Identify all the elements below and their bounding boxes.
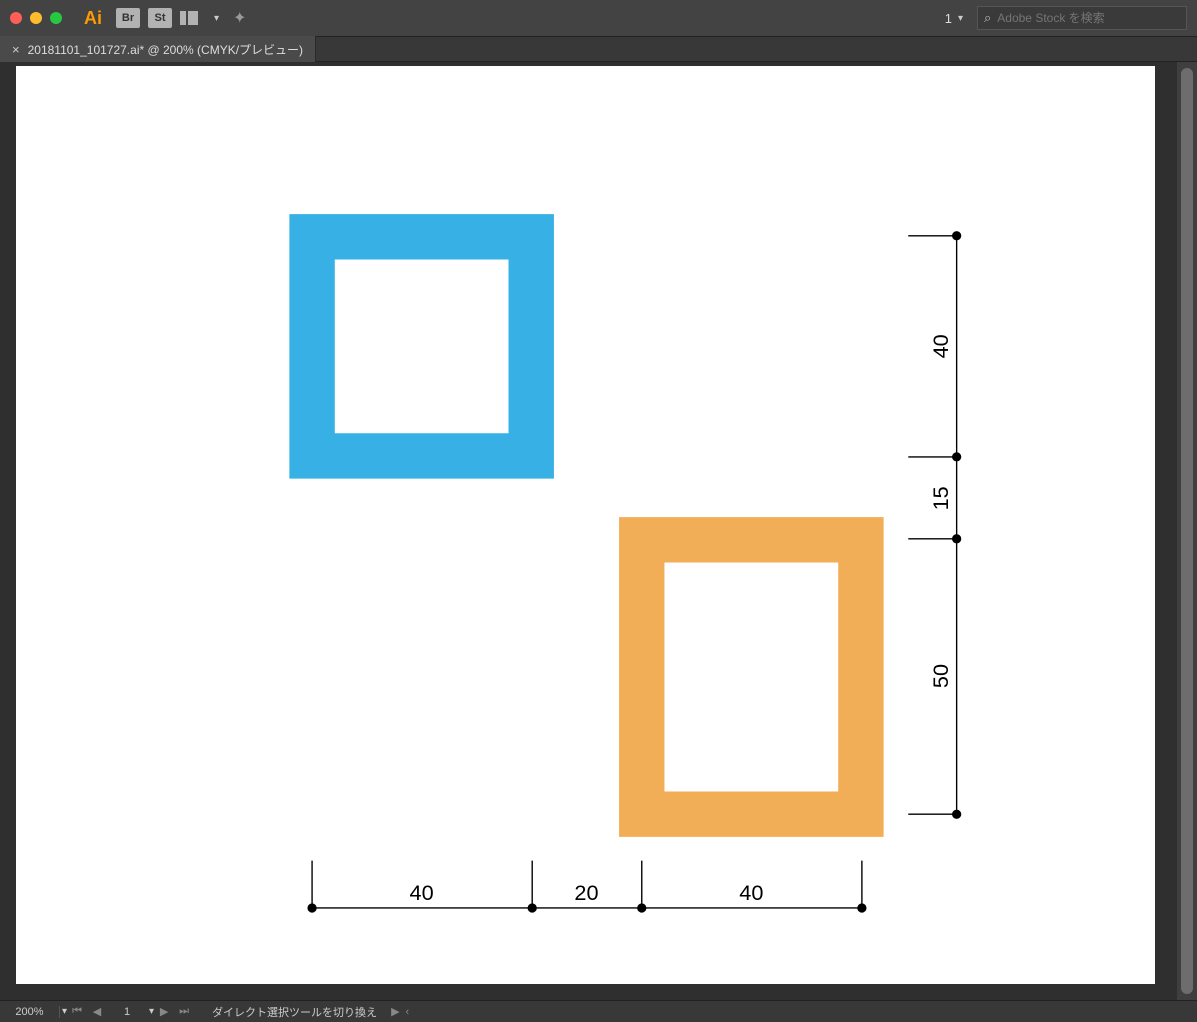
arrange-documents-button[interactable] [180,10,204,26]
titlebar: Ai Br St ▾ ✦ 1 ▾ ⌕ [0,0,1197,36]
stock-button[interactable]: St [148,8,172,28]
workspace-switcher[interactable]: 1 ▾ [939,11,969,26]
work-area: 40 20 40 40 [0,62,1197,1000]
artwork-svg: 40 20 40 40 [16,66,1155,984]
first-artboard-button[interactable]: ⏮ [67,1005,87,1018]
play-icon[interactable]: ▶ [391,1005,399,1018]
dimension-h2-label: 20 [574,880,598,905]
dimension-v1-label: 40 [928,334,953,358]
chevron-down-icon: ▾ [214,13,219,24]
artboard[interactable]: 40 20 40 40 [16,66,1155,984]
document-tab[interactable]: × 20181101_101727.ai* @ 200% (CMYK/プレビュー… [0,36,316,62]
status-bar: 200% ▾ ⏮ ◀ 1 ▾ ▶ ⏭ ダイレクト選択ツールを切り換え ▶ ‹ [0,1000,1197,1022]
search-icon: ⌕ [984,10,991,26]
dimension-v3-label: 50 [928,664,953,688]
chevron-down-icon: ▾ [958,13,963,24]
zoom-level[interactable]: 200% [0,1006,60,1018]
document-tab-title: 20181101_101727.ai* @ 200% (CMYK/プレビュー) [28,41,303,58]
maximize-window-button[interactable] [50,12,62,24]
dimension-vertical [908,232,960,818]
vertical-scrollbar[interactable] [1177,62,1197,1000]
app-window: Ai Br St ▾ ✦ 1 ▾ ⌕ × 20181101_101727.ai*… [0,0,1197,1022]
artboard-number[interactable]: 1 [107,1006,147,1018]
app-logo-ai: Ai [84,8,102,29]
window-controls [10,12,62,24]
dimension-h3-label: 40 [739,880,763,905]
last-artboard-button[interactable]: ⏭ [174,1005,194,1018]
gpu-performance-icon[interactable]: ✦ [233,8,246,28]
dimension-v2-label: 15 [928,486,953,510]
stock-search[interactable]: ⌕ [977,6,1187,30]
shape-blue-frame[interactable] [289,214,554,479]
next-artboard-button[interactable]: ▶ [154,1005,174,1018]
status-message: ダイレクト選択ツールを切り換え [212,1004,377,1020]
document-tab-bar: × 20181101_101727.ai* @ 200% (CMYK/プレビュー… [0,36,1197,62]
dimension-h1-label: 40 [410,880,434,905]
scrollbar-thumb[interactable] [1181,68,1193,994]
stock-search-input[interactable] [997,11,1180,25]
bridge-button[interactable]: Br [116,8,140,28]
workspace-label: 1 [945,11,952,26]
prev-artboard-button[interactable]: ◀ [87,1005,107,1018]
shape-orange-frame[interactable] [619,517,884,837]
minimize-window-button[interactable] [30,12,42,24]
canvas-viewport[interactable]: 40 20 40 40 [0,62,1177,1000]
less-than-icon[interactable]: ‹ [406,1006,410,1018]
close-tab-icon[interactable]: × [12,42,20,57]
close-window-button[interactable] [10,12,22,24]
